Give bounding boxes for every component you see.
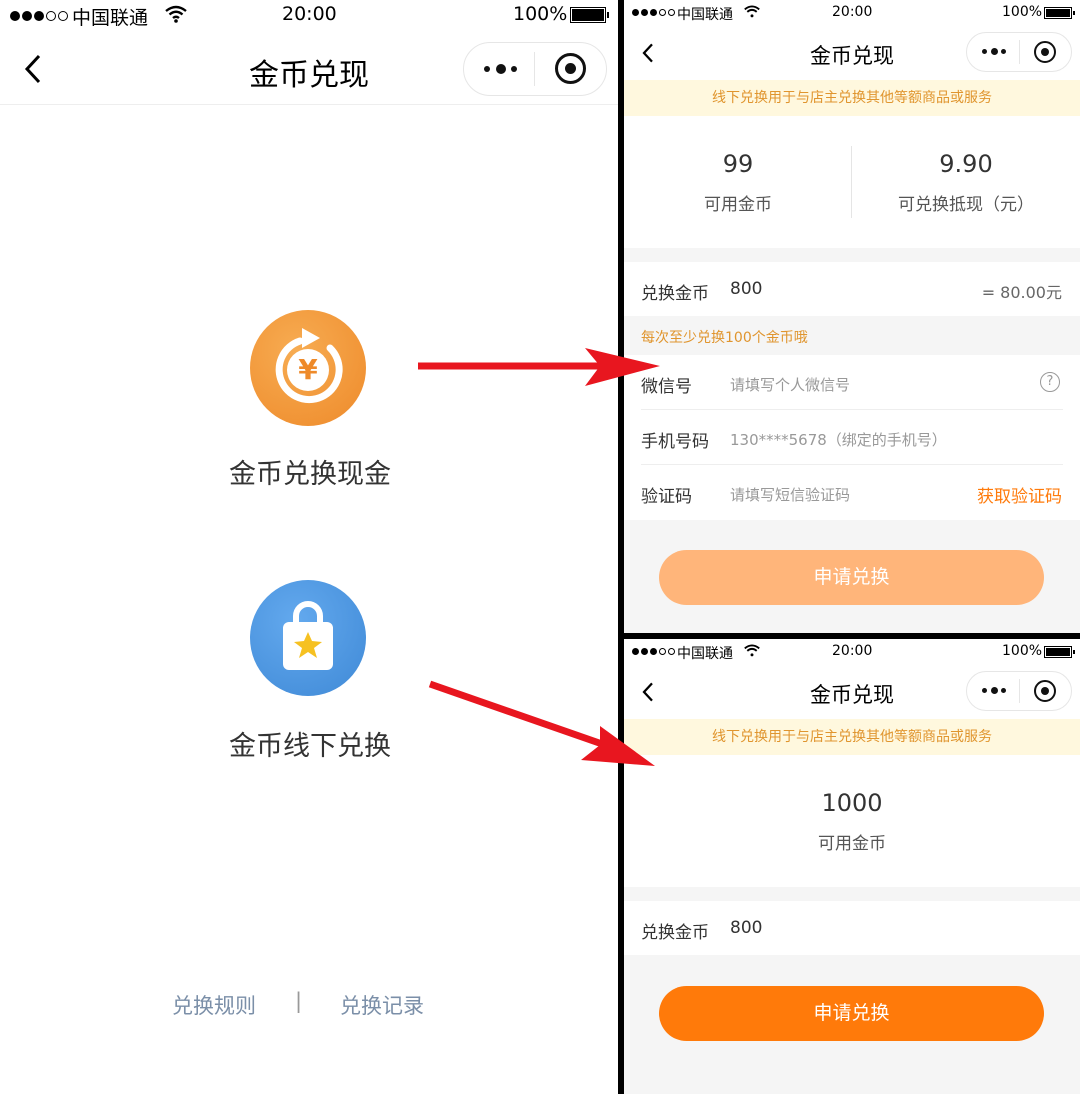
cash-amount-label: 可兑换抵现（元） (898, 195, 1034, 215)
offline-option[interactable]: 金币线下兑换 (190, 578, 430, 768)
question-icon[interactable]: ? (1040, 372, 1060, 392)
target-circle-icon[interactable] (1034, 680, 1056, 702)
shopping-bag-star-icon (250, 580, 366, 696)
code-row: 验证码 请填写短信验证码 获取验证码 (624, 465, 1080, 520)
cash-amount: 9.90 (939, 150, 993, 178)
min-hint: 每次至少兑换100个金币哦 (641, 330, 808, 346)
signal-dots-icon (632, 9, 678, 17)
coin-exchange-icon: ¥ (250, 310, 366, 426)
coin-count-label: 可用金币 (704, 195, 772, 215)
cash-option[interactable]: ¥ 金币兑换现金 (190, 308, 430, 498)
notice-banner: 线下兑换用于与店主兑换其他等额商品或服务 (624, 719, 1080, 755)
battery-text: 100% (1002, 643, 1043, 659)
wifi-icon (744, 644, 760, 657)
menu-capsule (463, 42, 607, 96)
wifi-icon (744, 5, 760, 18)
records-link[interactable]: 兑换记录 (340, 990, 424, 1020)
cash-symbol: ¥ (298, 353, 318, 386)
balance-value: 1000 (821, 789, 883, 817)
menu-capsule (966, 671, 1072, 711)
exchange-row: 兑换金币 800 = 80.00元 (624, 262, 1080, 316)
phone-label: 手机号码 (641, 432, 709, 452)
exchange-row: 兑换金币 800 (624, 901, 1080, 955)
get-code-button[interactable]: 获取验证码 (977, 482, 1062, 507)
phone-value: 130****5678（绑定的手机号） (730, 431, 947, 449)
time-text: 20:00 (282, 3, 337, 25)
nav-bar: 金币兑现 (0, 30, 618, 105)
offline-option-label: 金币线下兑换 (229, 731, 391, 762)
cash-exchange-screen: 中国联通 20:00 100% 金币兑现 线下兑换用于与店主兑换其他等额商品或服… (624, 0, 1080, 633)
footer-divider: | (295, 989, 303, 1013)
wechat-input[interactable]: 请填写个人微信号 (730, 374, 850, 395)
battery-icon (570, 7, 609, 23)
phone-row: 手机号码 130****5678（绑定的手机号） (624, 410, 1080, 465)
balance-card: 1000 可用金币 (624, 755, 1080, 887)
exchange-amount-input[interactable]: 800 (730, 279, 762, 299)
carrier-text: 中国联通 (677, 646, 733, 662)
exchange-amount-input[interactable]: 800 (730, 918, 762, 938)
status-bar: 中国联通 20:00 100% (624, 0, 1080, 26)
time-text: 20:00 (832, 4, 873, 20)
nav-bar: 金币兑现 (624, 665, 1080, 719)
submit-button[interactable]: 申请兑换 (659, 550, 1044, 605)
exchange-label: 兑换金币 (641, 284, 709, 304)
nav-bar: 金币兑现 (624, 26, 1080, 80)
battery-icon (1044, 646, 1075, 658)
carrier-text: 中国联通 (72, 7, 149, 29)
offline-exchange-screen: 中国联通 20:00 100% 金币兑现 线下兑换用于与店主兑换其他等额商品或服… (624, 639, 1080, 1094)
battery-text: 100% (1002, 4, 1043, 20)
target-circle-icon[interactable] (1034, 41, 1056, 63)
form-card: 微信号 请填写个人微信号 ? 手机号码 130****5678（绑定的手机号） … (624, 355, 1080, 520)
exchange-equals: = 80.00元 (981, 283, 1062, 302)
more-dots-icon[interactable] (484, 63, 520, 75)
carrier-text: 中国联通 (677, 7, 733, 23)
battery-text: 100% (513, 3, 568, 25)
wechat-row: 微信号 请填写个人微信号 ? (624, 355, 1080, 410)
status-bar: 中国联通 20:00 100% (624, 639, 1080, 665)
rules-link[interactable]: 兑换规则 (172, 990, 256, 1020)
notice-banner: 线下兑换用于与店主兑换其他等额商品或服务 (624, 80, 1080, 116)
cash-option-label: 金币兑换现金 (229, 459, 391, 490)
status-bar: 中国联通 20:00 100% (0, 0, 618, 30)
code-label: 验证码 (641, 487, 692, 507)
more-dots-icon[interactable] (982, 686, 1008, 696)
stats-card: 99 可用金币 9.90 可兑换抵现（元） (624, 116, 1080, 248)
balance-label: 可用金币 (818, 834, 886, 854)
battery-icon (1044, 7, 1075, 19)
target-circle-icon[interactable] (555, 53, 586, 84)
time-text: 20:00 (832, 643, 873, 659)
exchange-label: 兑换金币 (641, 923, 709, 943)
signal-dots-icon (10, 11, 70, 21)
home-screen: 中国联通 20:00 100% 金币兑现 ¥ 金币兑换现金 金币线下兑换 兑换规… (0, 0, 618, 1094)
code-input[interactable]: 请填写短信验证码 (730, 484, 850, 505)
submit-button[interactable]: 申请兑换 (659, 986, 1044, 1041)
menu-capsule (966, 32, 1072, 72)
wechat-label: 微信号 (641, 377, 692, 397)
more-dots-icon[interactable] (982, 47, 1008, 57)
signal-dots-icon (632, 648, 678, 656)
coin-count: 99 (722, 150, 754, 178)
wifi-icon (165, 5, 187, 23)
